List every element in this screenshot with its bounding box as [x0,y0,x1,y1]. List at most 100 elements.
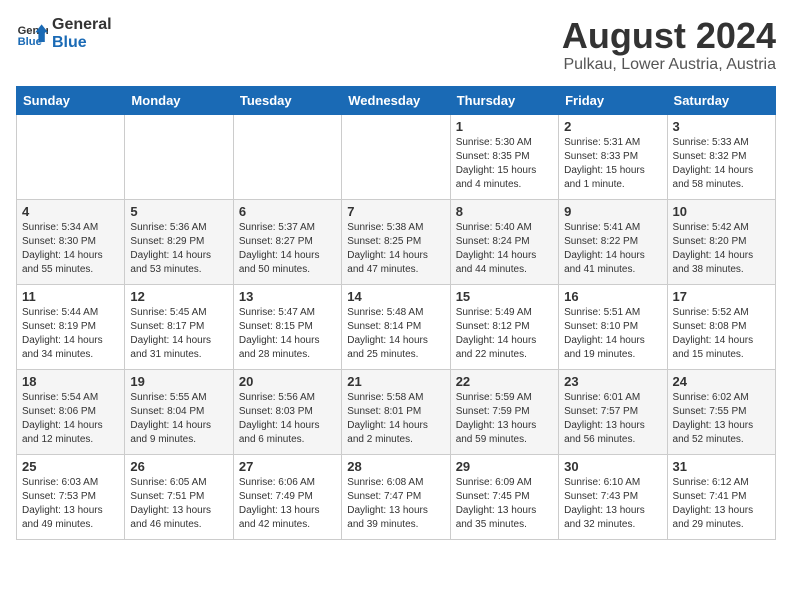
svg-text:Blue: Blue [18,36,42,48]
day-info: Sunrise: 5:55 AM Sunset: 8:04 PM Dayligh… [130,391,227,447]
calendar-cell: 12 Sunrise: 5:45 AM Sunset: 8:17 PM Dayli… [125,284,233,369]
day-number: 4 [22,204,119,219]
calendar-cell: 26 Sunrise: 6:05 AM Sunset: 7:51 PM Dayli… [125,454,233,539]
day-number: 29 [456,459,553,474]
calendar-cell: 15Sunrise: 5:49 AM Sunset: 8:12 PM Dayli… [450,284,558,369]
calendar-cell: 31Sunrise: 6:12 AM Sunset: 7:41 PM Dayli… [667,454,775,539]
day-number: 20 [239,374,336,389]
day-number: 16 [564,289,661,304]
calendar-cell: 20 Sunrise: 5:56 AM Sunset: 8:03 PM Dayli… [233,369,341,454]
calendar-cell: 19 Sunrise: 5:55 AM Sunset: 8:04 PM Dayli… [125,369,233,454]
calendar-cell: 22 Sunrise: 5:59 AM Sunset: 7:59 PM Dayli… [450,369,558,454]
day-number: 6 [239,204,336,219]
calendar-cell: 14 Sunrise: 5:48 AM Sunset: 8:14 PM Dayli… [342,284,450,369]
day-info: Sunrise: 5:54 AM Sunset: 8:06 PM Dayligh… [22,391,119,447]
day-info: Sunrise: 5:45 AM Sunset: 8:17 PM Dayligh… [130,306,227,362]
header-day-tuesday: Tuesday [233,86,341,114]
day-number: 30 [564,459,661,474]
calendar-cell: 21Sunrise: 5:58 AM Sunset: 8:01 PM Dayli… [342,369,450,454]
day-info: Sunrise: 5:41 AM Sunset: 8:22 PM Dayligh… [564,221,661,277]
logo-blue: Blue [52,34,112,52]
week-row-4: 18 Sunrise: 5:54 AM Sunset: 8:06 PM Dayli… [17,369,776,454]
calendar-cell: 7 Sunrise: 5:38 AM Sunset: 8:25 PM Daylig… [342,199,450,284]
day-number: 17 [673,289,770,304]
calendar-cell: 23 Sunrise: 6:01 AM Sunset: 7:57 PM Dayli… [559,369,667,454]
day-number: 14 [347,289,444,304]
calendar-cell: 2 Sunrise: 5:31 AM Sunset: 8:33 PM Daylig… [559,114,667,199]
day-number: 22 [456,374,553,389]
calendar-body: 1 Sunrise: 5:30 AM Sunset: 8:35 PM Daylig… [17,114,776,539]
calendar-cell: 25 Sunrise: 6:03 AM Sunset: 7:53 PM Dayli… [17,454,125,539]
day-number: 19 [130,374,227,389]
day-number: 18 [22,374,119,389]
calendar-cell: 18 Sunrise: 5:54 AM Sunset: 8:06 PM Dayli… [17,369,125,454]
day-info: Sunrise: 5:33 AM Sunset: 8:32 PM Dayligh… [673,136,770,192]
header-day-saturday: Saturday [667,86,775,114]
day-info: Sunrise: 5:56 AM Sunset: 8:03 PM Dayligh… [239,391,336,447]
page-header: General Blue General Blue August 2024 Pu… [16,16,776,74]
calendar-table: SundayMondayTuesdayWednesdayThursdayFrid… [16,86,776,540]
calendar-cell: 27Sunrise: 6:06 AM Sunset: 7:49 PM Dayli… [233,454,341,539]
calendar-cell: 6 Sunrise: 5:37 AM Sunset: 8:27 PM Daylig… [233,199,341,284]
day-number: 31 [673,459,770,474]
calendar-cell: 29 Sunrise: 6:09 AM Sunset: 7:45 PM Dayli… [450,454,558,539]
day-number: 26 [130,459,227,474]
day-number: 1 [456,119,553,134]
day-info: Sunrise: 5:47 AM Sunset: 8:15 PM Dayligh… [239,306,336,362]
week-row-3: 11Sunrise: 5:44 AM Sunset: 8:19 PM Dayli… [17,284,776,369]
calendar-cell: 28Sunrise: 6:08 AM Sunset: 7:47 PM Dayli… [342,454,450,539]
week-row-1: 1 Sunrise: 5:30 AM Sunset: 8:35 PM Daylig… [17,114,776,199]
day-info: Sunrise: 6:02 AM Sunset: 7:55 PM Dayligh… [673,391,770,447]
calendar-title: August 2024 [562,16,776,56]
day-number: 12 [130,289,227,304]
calendar-cell: 24Sunrise: 6:02 AM Sunset: 7:55 PM Dayli… [667,369,775,454]
calendar-cell: 5 Sunrise: 5:36 AM Sunset: 8:29 PM Daylig… [125,199,233,284]
day-info: Sunrise: 5:52 AM Sunset: 8:08 PM Dayligh… [673,306,770,362]
day-info: Sunrise: 5:51 AM Sunset: 8:10 PM Dayligh… [564,306,661,362]
header-row: SundayMondayTuesdayWednesdayThursdayFrid… [17,86,776,114]
day-number: 3 [673,119,770,134]
logo: General Blue General Blue [16,16,112,51]
calendar-cell: 9Sunrise: 5:41 AM Sunset: 8:22 PM Daylig… [559,199,667,284]
day-info: Sunrise: 5:36 AM Sunset: 8:29 PM Dayligh… [130,221,227,277]
day-info: Sunrise: 5:59 AM Sunset: 7:59 PM Dayligh… [456,391,553,447]
calendar-cell: 3 Sunrise: 5:33 AM Sunset: 8:32 PM Daylig… [667,114,775,199]
day-info: Sunrise: 5:48 AM Sunset: 8:14 PM Dayligh… [347,306,444,362]
header-day-friday: Friday [559,86,667,114]
day-info: Sunrise: 6:05 AM Sunset: 7:51 PM Dayligh… [130,476,227,532]
day-number: 5 [130,204,227,219]
calendar-header: SundayMondayTuesdayWednesdayThursdayFrid… [17,86,776,114]
day-number: 7 [347,204,444,219]
calendar-cell [342,114,450,199]
day-info: Sunrise: 6:03 AM Sunset: 7:53 PM Dayligh… [22,476,119,532]
day-info: Sunrise: 5:58 AM Sunset: 8:01 PM Dayligh… [347,391,444,447]
calendar-cell: 4 Sunrise: 5:34 AM Sunset: 8:30 PM Daylig… [17,199,125,284]
day-info: Sunrise: 5:38 AM Sunset: 8:25 PM Dayligh… [347,221,444,277]
calendar-cell: 13 Sunrise: 5:47 AM Sunset: 8:15 PM Dayli… [233,284,341,369]
calendar-subtitle: Pulkau, Lower Austria, Austria [562,56,776,74]
calendar-cell: 16 Sunrise: 5:51 AM Sunset: 8:10 PM Dayli… [559,284,667,369]
calendar-cell [17,114,125,199]
day-number: 23 [564,374,661,389]
calendar-cell: 11Sunrise: 5:44 AM Sunset: 8:19 PM Dayli… [17,284,125,369]
day-number: 11 [22,289,119,304]
day-info: Sunrise: 5:40 AM Sunset: 8:24 PM Dayligh… [456,221,553,277]
day-info: Sunrise: 5:49 AM Sunset: 8:12 PM Dayligh… [456,306,553,362]
day-info: Sunrise: 5:31 AM Sunset: 8:33 PM Dayligh… [564,136,661,192]
title-block: August 2024 Pulkau, Lower Austria, Austr… [562,16,776,74]
calendar-cell: 8Sunrise: 5:40 AM Sunset: 8:24 PM Daylig… [450,199,558,284]
day-number: 13 [239,289,336,304]
header-day-monday: Monday [125,86,233,114]
day-number: 2 [564,119,661,134]
day-info: Sunrise: 5:37 AM Sunset: 8:27 PM Dayligh… [239,221,336,277]
day-number: 25 [22,459,119,474]
calendar-cell: 10Sunrise: 5:42 AM Sunset: 8:20 PM Dayli… [667,199,775,284]
day-number: 28 [347,459,444,474]
logo-general: General [52,16,112,34]
day-info: Sunrise: 5:34 AM Sunset: 8:30 PM Dayligh… [22,221,119,277]
day-info: Sunrise: 6:01 AM Sunset: 7:57 PM Dayligh… [564,391,661,447]
day-info: Sunrise: 6:09 AM Sunset: 7:45 PM Dayligh… [456,476,553,532]
week-row-5: 25 Sunrise: 6:03 AM Sunset: 7:53 PM Dayli… [17,454,776,539]
header-day-thursday: Thursday [450,86,558,114]
day-info: Sunrise: 5:30 AM Sunset: 8:35 PM Dayligh… [456,136,553,192]
